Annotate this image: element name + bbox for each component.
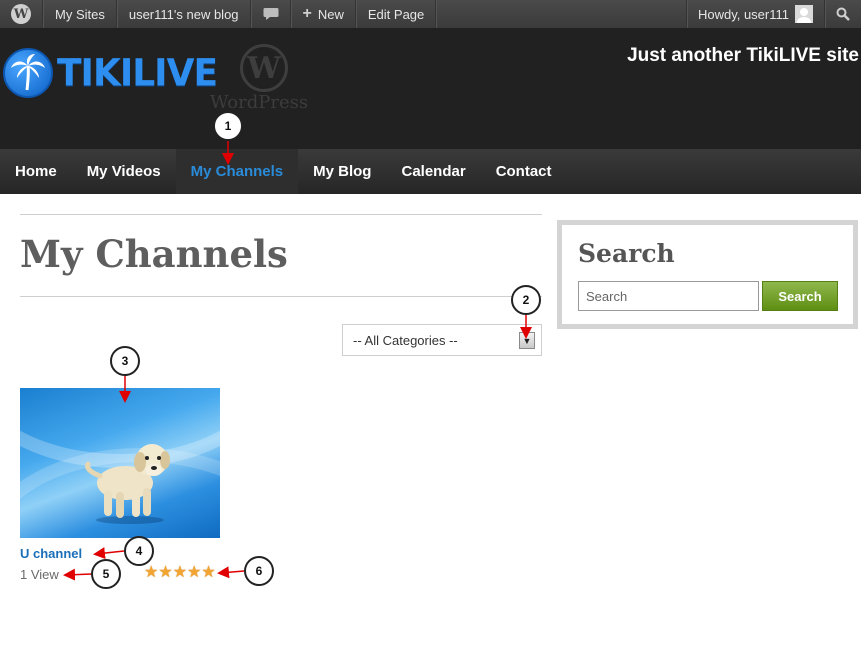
plus-icon: + — [302, 5, 312, 22]
star-icon[interactable]: ★ — [173, 564, 187, 582]
search-widget-title: Search — [578, 239, 675, 268]
star-icon[interactable]: ★ — [187, 564, 201, 582]
nav-item-contact[interactable]: Contact — [481, 149, 567, 194]
avatar — [795, 5, 813, 23]
new-label: New — [317, 6, 344, 22]
divider-bottom — [20, 296, 542, 297]
chevron-down-icon[interactable]: ▼ — [519, 332, 535, 349]
arrow-6 — [217, 566, 245, 579]
search-input[interactable] — [578, 281, 759, 311]
nav-item-home[interactable]: Home — [0, 149, 72, 194]
wordpress-icon: W — [11, 4, 31, 24]
callout-3: 3 — [110, 346, 140, 376]
arrow-5 — [63, 568, 93, 581]
wordpress-logo-text: WordPress — [210, 92, 309, 113]
site-header: TIKILIVE W WordPress Just another TikiLI… — [0, 28, 861, 149]
star-icon[interactable]: ★ — [158, 564, 172, 582]
channel-title-link[interactable]: U channel — [20, 546, 82, 561]
arrow-4 — [93, 547, 125, 560]
comments-link[interactable] — [250, 0, 291, 28]
blog-name-link[interactable]: user111's new blog — [116, 0, 251, 28]
search-button[interactable]: Search — [762, 281, 838, 311]
channel-thumbnail[interactable] — [20, 388, 220, 538]
star-icon[interactable]: ★ — [201, 564, 215, 582]
nav-item-my-channels[interactable]: My Channels — [175, 149, 299, 194]
howdy-text: Howdy, user111 — [697, 6, 789, 22]
edit-page-link[interactable]: Edit Page — [355, 0, 437, 28]
wordpress-menu[interactable]: W — [0, 0, 43, 28]
nav-item-my-blog[interactable]: My Blog — [298, 149, 386, 194]
admin-bar-spacer — [436, 0, 686, 28]
callout-4: 4 — [124, 536, 154, 566]
wordpress-logo-icon: W — [240, 44, 288, 92]
channel-views: 1 View — [20, 567, 59, 582]
callout-6: 6 — [244, 556, 274, 586]
callout-5: 5 — [91, 559, 121, 589]
star-icon[interactable]: ★ — [144, 564, 158, 582]
callout-2: 2 — [511, 285, 541, 315]
my-sites-link[interactable]: My Sites — [43, 0, 117, 28]
admin-search-button[interactable] — [824, 0, 861, 28]
account-menu[interactable]: Howdy, user111 — [685, 0, 824, 28]
nav-item-my-videos[interactable]: My Videos — [72, 149, 176, 194]
main-nav: Home My Videos My Channels My Blog Calen… — [0, 149, 861, 194]
logo-text: TIKILIVE — [57, 51, 218, 95]
site-logo[interactable]: TIKILIVE — [3, 48, 218, 98]
palm-tree-icon — [3, 48, 53, 98]
puppy-image — [85, 444, 170, 524]
category-select-value: -- All Categories -- — [353, 332, 458, 348]
search-icon — [836, 7, 850, 21]
site-tagline: Just another TikiLIVE site — [627, 45, 859, 66]
comment-icon — [263, 8, 279, 20]
divider-top — [20, 214, 542, 215]
page-title: My Channels — [20, 232, 288, 276]
admin-bar: W My Sites user111's new blog + New Edit… — [0, 0, 861, 28]
search-widget: Search Search — [557, 220, 858, 329]
nav-item-calendar[interactable]: Calendar — [386, 149, 480, 194]
wordpress-logo: W WordPress — [210, 44, 320, 116]
callout-1: 1 — [213, 111, 243, 141]
rating-stars[interactable]: ★ ★ ★ ★ ★ — [144, 564, 216, 582]
category-select[interactable]: -- All Categories -- ▼ — [342, 324, 542, 356]
new-content-link[interactable]: + New — [290, 0, 356, 28]
